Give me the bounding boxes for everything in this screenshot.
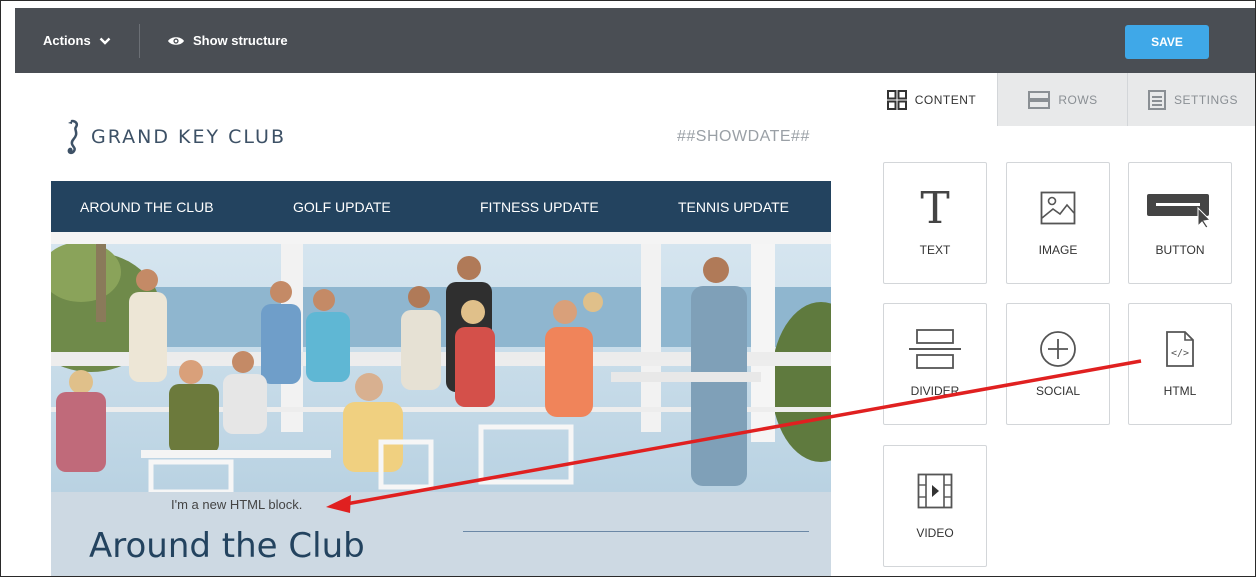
social-tile-label: SOCIAL <box>1035 384 1080 398</box>
email-nav-bar: AROUND THE CLUB GOLF UPDATE FITNESS UPDA… <box>51 181 831 232</box>
plus-circle-icon <box>1040 331 1076 367</box>
email-canvas: GRAND KEY CLUB ##SHOWDATE## AROUND THE C… <box>15 73 866 576</box>
hero-photo-illustration <box>51 232 831 492</box>
actions-menu[interactable]: Actions <box>43 33 111 48</box>
button-tile-label: BUTTON <box>1155 243 1205 257</box>
content-blocks-area: T TEXT IMAGE BUTTON DIVIDER SOCIAL </> H… <box>866 126 1255 576</box>
top-toolbar: Actions Show structure SAVE <box>15 8 1255 73</box>
seahorse-icon <box>67 119 79 155</box>
divider-icon <box>909 329 961 369</box>
text-block-tile[interactable]: T TEXT <box>883 162 987 284</box>
grid-icon <box>886 89 907 110</box>
nav-item-around-the-club[interactable]: AROUND THE CLUB <box>80 199 214 215</box>
html-block-text: I'm a new HTML block. <box>171 497 303 512</box>
image-tile-label: IMAGE <box>1038 243 1078 257</box>
image-block-tile[interactable]: IMAGE <box>1006 162 1110 284</box>
video-block-tile[interactable]: VIDEO <box>883 445 987 567</box>
nav-item-golf-update[interactable]: GOLF UPDATE <box>293 199 391 215</box>
logo-text: GRAND KEY CLUB <box>91 126 286 148</box>
text-tile-label: TEXT <box>919 243 951 257</box>
club-logo: GRAND KEY CLUB <box>63 119 286 155</box>
tab-settings[interactable]: SETTINGS <box>1127 73 1255 126</box>
show-structure-toggle[interactable]: Show structure <box>167 33 288 48</box>
nav-item-tennis-update[interactable]: TENNIS UPDATE <box>678 199 789 215</box>
svg-text:</>: </> <box>1171 348 1189 359</box>
tab-content[interactable]: CONTENT <box>866 73 997 126</box>
video-tile-label: VIDEO <box>916 526 954 540</box>
hero-photo[interactable] <box>51 232 831 492</box>
save-button[interactable]: SAVE <box>1125 25 1209 59</box>
html-tile-label: HTML <box>1163 384 1197 398</box>
actions-label: Actions <box>43 33 91 48</box>
tab-rows[interactable]: ROWS <box>997 73 1128 126</box>
section-heading: Around the Club <box>89 526 365 566</box>
tab-content-label: CONTENT <box>914 92 977 107</box>
eye-icon <box>168 36 184 45</box>
heading-divider-line <box>463 531 809 532</box>
divider-block-tile[interactable]: DIVIDER <box>883 303 987 425</box>
button-icon <box>1147 194 1212 228</box>
html-content-block[interactable]: I'm a new HTML block. Around the Club <box>51 492 831 576</box>
showdate-placeholder: ##SHOWDATE## <box>677 128 810 145</box>
editor-window: Actions Show structure SAVE GRAND KEY CL… <box>0 0 1256 577</box>
divider-tile-label: DIVIDER <box>910 384 960 398</box>
nav-item-fitness-update[interactable]: FITNESS UPDATE <box>480 199 599 215</box>
rows-icon <box>1028 90 1051 109</box>
tab-settings-label: SETTINGS <box>1173 92 1238 107</box>
toolbar-divider <box>139 24 140 58</box>
show-structure-label: Show structure <box>193 33 288 48</box>
tab-rows-label: ROWS <box>1058 92 1098 107</box>
button-block-tile[interactable]: BUTTON <box>1128 162 1232 284</box>
settings-list-icon <box>1147 89 1166 110</box>
content-panel: CONTENT ROWS SETTINGS T TEXT IMAGE BUTTO… <box>866 73 1255 576</box>
chevron-down-icon <box>99 37 111 45</box>
html-file-icon: </> <box>1166 331 1194 367</box>
html-block-tile[interactable]: </> HTML <box>1128 303 1232 425</box>
text-icon: T <box>920 182 950 234</box>
social-block-tile[interactable]: SOCIAL <box>1006 303 1110 425</box>
video-icon <box>917 473 953 509</box>
image-icon <box>1040 191 1076 225</box>
